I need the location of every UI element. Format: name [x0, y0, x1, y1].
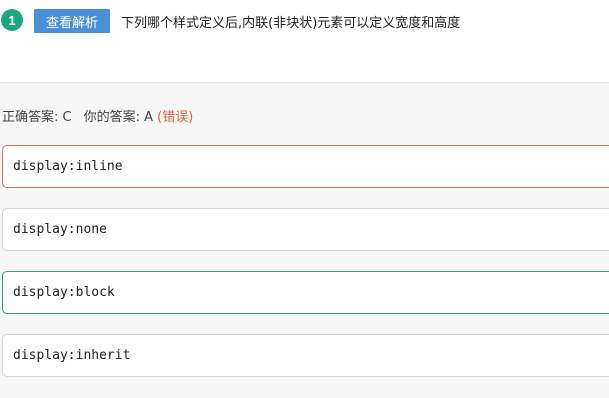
- your-answer-label: 你的答案: A: [83, 110, 153, 125]
- option-text: display:none: [13, 222, 107, 237]
- option-d[interactable]: display:inherit: [2, 334, 609, 377]
- question-number-badge: 1: [1, 9, 23, 31]
- question-text: 下列哪个样式定义后,内联(非块状)元素可以定义宽度和高度: [121, 16, 461, 31]
- option-c[interactable]: display:block: [2, 271, 609, 314]
- option-a[interactable]: display:inline: [2, 145, 609, 188]
- option-b[interactable]: display:none: [2, 208, 609, 251]
- result-status: (错误): [157, 110, 194, 125]
- view-analysis-button[interactable]: 查看解析: [34, 9, 110, 33]
- option-text: display:inherit: [13, 348, 131, 363]
- question-header: 1 查看解析 下列哪个样式定义后,内联(非块状)元素可以定义宽度和高度: [0, 0, 609, 82]
- answer-summary: 正确答案: C 你的答案: A (错误): [2, 106, 193, 125]
- correct-answer-label: 正确答案: C: [2, 110, 72, 125]
- answer-area: 正确答案: C 你的答案: A (错误) display:inline displ…: [0, 82, 609, 398]
- option-text: display:block: [13, 285, 115, 300]
- option-text: display:inline: [13, 159, 123, 174]
